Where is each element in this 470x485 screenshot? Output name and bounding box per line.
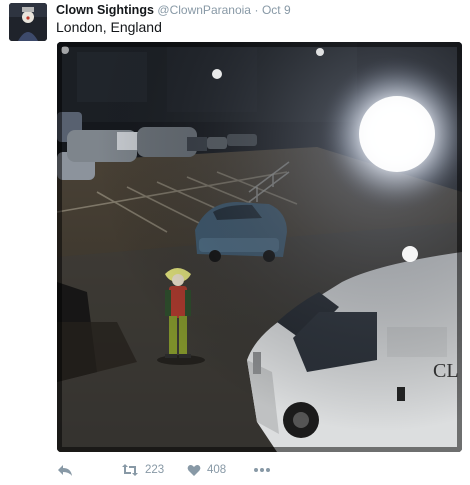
photo-night-parking-lot: CL (57, 42, 462, 452)
author-name[interactable]: Clown Sightings (56, 3, 154, 17)
retweet-count: 223 (145, 464, 165, 476)
more-button[interactable] (253, 467, 271, 473)
tweet-date[interactable]: Oct 9 (262, 3, 291, 17)
separator-dot: · (254, 3, 259, 17)
avatar[interactable] (9, 3, 47, 41)
author-handle[interactable]: @ClownParanoia (157, 3, 251, 17)
tweet-photo[interactable]: CL (57, 42, 462, 452)
like-icon (187, 464, 201, 476)
reply-icon (58, 465, 72, 476)
avatar-image (9, 3, 47, 41)
like-count: 408 (207, 464, 227, 476)
tweet-actions: 223 408 (57, 460, 271, 480)
like-button[interactable]: 408 (187, 464, 253, 477)
tweet-text: London, England (56, 19, 162, 35)
retweet-button[interactable]: 223 (121, 463, 187, 477)
retweet-icon (122, 464, 138, 476)
more-icon (254, 468, 270, 472)
reply-button[interactable] (57, 463, 121, 477)
tweet-header: Clown Sightings @ClownParanoia · Oct 9 (56, 3, 291, 17)
